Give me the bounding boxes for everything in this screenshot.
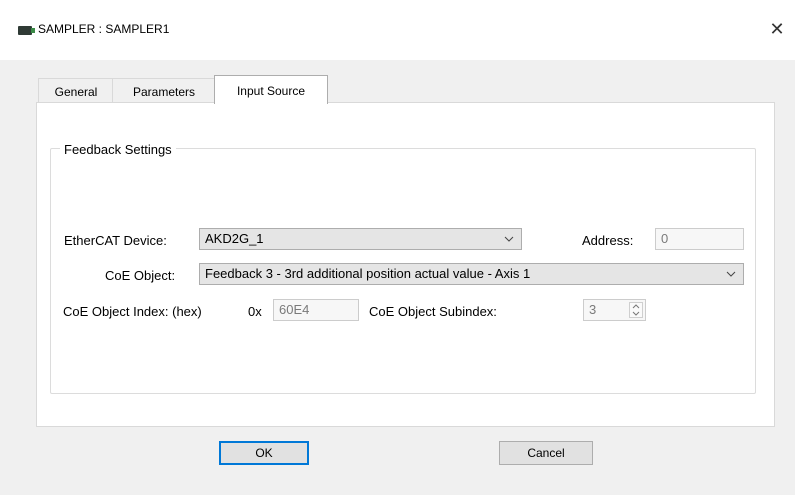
close-button[interactable]: ✕ [759, 14, 795, 44]
close-icon: ✕ [769, 19, 785, 39]
tab-label: Input Source [236, 84, 306, 98]
address-field[interactable]: 0 [655, 228, 744, 250]
tab-input-source[interactable]: Input Source [214, 75, 328, 104]
cancel-button[interactable]: Cancel [499, 441, 593, 465]
chevron-down-icon [503, 229, 515, 249]
coe-object-value: Feedback 3 - 3rd additional position act… [205, 266, 531, 281]
ok-button[interactable]: OK [219, 441, 309, 465]
coe-subindex-value: 3 [589, 302, 597, 317]
group-legend: Feedback Settings [60, 142, 176, 157]
coe-object-label: CoE Object: [105, 268, 176, 283]
coe-subindex-label: CoE Object Subindex: [369, 304, 497, 319]
address-label: Address: [582, 233, 634, 248]
tab-label: Parameters [132, 85, 196, 99]
coe-index-prefix: 0x [248, 304, 262, 319]
ethercat-device-label: EtherCAT Device: [64, 233, 167, 248]
ethercat-device-dropdown[interactable]: AKD2G_1 [199, 228, 522, 250]
coe-object-dropdown[interactable]: Feedback 3 - 3rd additional position act… [199, 263, 744, 285]
tab-parameters[interactable]: Parameters [112, 78, 216, 103]
title-bar: SAMPLER : SAMPLER1 ✕ [0, 0, 795, 60]
spin-updown-icon[interactable] [629, 302, 643, 318]
chevron-down-icon [725, 264, 737, 284]
app-icon [18, 26, 35, 35]
tab-label: General [54, 85, 98, 99]
coe-subindex-spinbox[interactable]: 3 [583, 299, 646, 321]
coe-index-label: CoE Object Index: (hex) [63, 304, 202, 319]
ethercat-device-value: AKD2G_1 [205, 231, 264, 246]
tab-general[interactable]: General [38, 78, 114, 103]
window-title: SAMPLER : SAMPLER1 [38, 22, 170, 36]
coe-index-field[interactable]: 60E4 [273, 299, 359, 321]
